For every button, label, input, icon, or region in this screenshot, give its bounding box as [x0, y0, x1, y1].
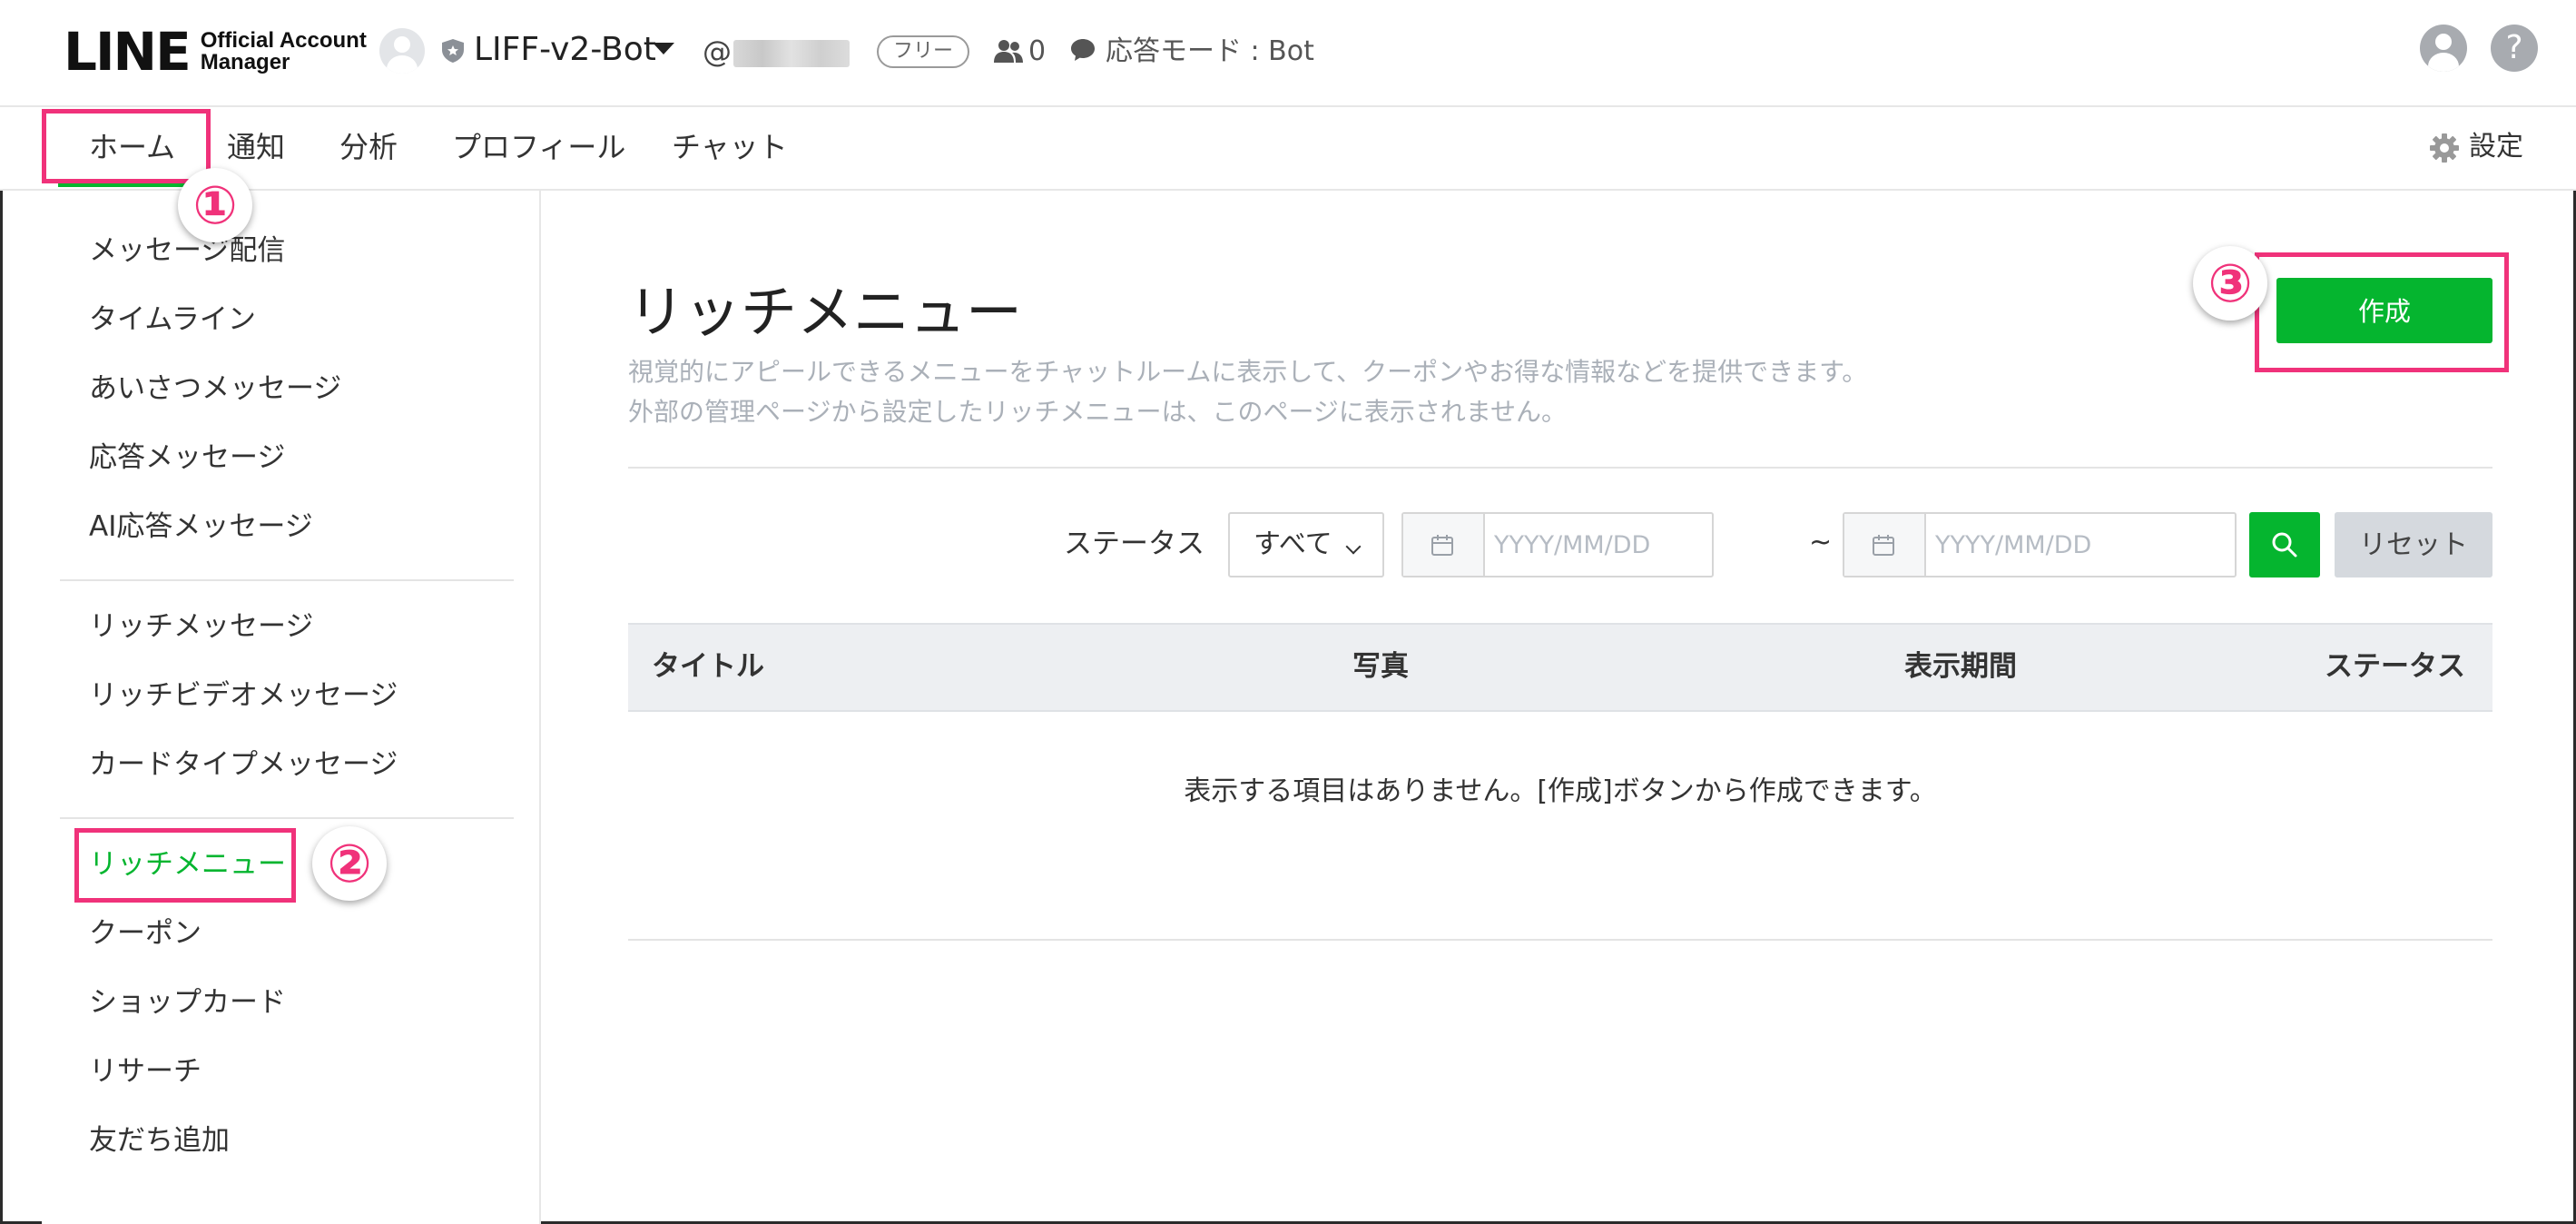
- column-header-status[interactable]: ステータス: [2325, 647, 2465, 686]
- main-nav: ホーム 通知 分析 プロフィール チャット 設定: [0, 107, 2576, 191]
- calendar-icon: [1431, 535, 1453, 556]
- sidebar-item-ai-reply[interactable]: AI応答メッセージ: [89, 507, 313, 547]
- divider: [628, 467, 2492, 469]
- table-header: タイトル 写真 表示期間 ステータス: [628, 623, 2492, 712]
- chevron-down-icon[interactable]: [653, 43, 674, 54]
- date-to-field[interactable]: [1843, 512, 2237, 577]
- chat-bubble-icon: [1071, 39, 1095, 61]
- sidebar-item-rich-message[interactable]: リッチメッセージ: [89, 607, 313, 647]
- sidebar-divider: [60, 579, 514, 581]
- date-from-calendar[interactable]: [1403, 514, 1485, 576]
- tab-profile[interactable]: プロフィール: [452, 125, 625, 169]
- date-to-calendar[interactable]: [1844, 514, 1926, 576]
- date-from-input[interactable]: [1494, 525, 1703, 565]
- column-header-display-period[interactable]: 表示期間: [1904, 647, 2017, 686]
- tab-notifications[interactable]: 通知: [227, 125, 285, 169]
- user-account-icon[interactable]: [2420, 25, 2467, 72]
- top-header: LINE Official Account Manager LIFF-v2-Bo…: [0, 0, 2576, 107]
- sidebar-item-auto-reply[interactable]: 応答メッセージ: [89, 438, 285, 478]
- status-filter-label: ステータス: [1064, 528, 1204, 560]
- status-select-value: すべて: [1254, 528, 1332, 560]
- step-marker-1: ①: [178, 168, 252, 242]
- help-icon[interactable]: ?: [2491, 25, 2538, 72]
- tab-chat[interactable]: チャット: [672, 125, 788, 169]
- sidebar-item-research[interactable]: リサーチ: [89, 1051, 202, 1091]
- settings-link[interactable]: 設定: [2469, 125, 2523, 169]
- highlight-create-button: [2255, 252, 2509, 372]
- column-header-title[interactable]: タイトル: [652, 647, 764, 686]
- logo-subtitle-line2: Manager: [200, 50, 290, 74]
- sidebar-item-shop-card[interactable]: ショップカード: [89, 982, 286, 1022]
- step-marker-2: ②: [312, 826, 387, 901]
- sidebar-item-message-delivery[interactable]: メッセージ配信: [89, 231, 285, 271]
- sidebar-item-coupon[interactable]: クーポン: [89, 913, 202, 953]
- column-header-photo[interactable]: 写真: [1352, 647, 1409, 686]
- friends-count: 0: [1028, 35, 1047, 67]
- reset-button[interactable]: リセット: [2335, 512, 2492, 577]
- sidebar-item-card-message[interactable]: カードタイプメッセージ: [89, 745, 398, 785]
- sidebar-item-timeline[interactable]: タイムライン: [89, 300, 256, 340]
- account-avatar[interactable]: [379, 28, 425, 74]
- highlight-rich-menu: [74, 828, 296, 903]
- search-button[interactable]: [2249, 512, 2320, 577]
- chevron-down-icon: [1345, 538, 1362, 555]
- logo-subtitle-line1: Official Account: [200, 28, 367, 53]
- calendar-icon: [1873, 535, 1894, 556]
- plan-badge: フリー: [877, 35, 970, 68]
- gear-icon[interactable]: [2429, 133, 2460, 163]
- response-mode[interactable]: 応答モード : Bot: [1106, 29, 1314, 74]
- highlight-home-tab: [42, 109, 211, 183]
- step-marker-3: ③: [2193, 246, 2267, 321]
- page-title: リッチメニュー: [628, 279, 1023, 345]
- sidebar-item-add-friends[interactable]: 友だち追加: [89, 1120, 230, 1160]
- divider: [628, 939, 2492, 941]
- left-gutter: [3, 191, 42, 1221]
- page-description-line1: 視覚的にアピールできるメニューをチャットルームに表示して、クーポンやお得な情報な…: [628, 357, 1868, 387]
- search-icon: [2272, 532, 2297, 558]
- page-description-line2: 外部の管理ページから設定したリッチメニューは、このページに表示されません。: [628, 397, 1568, 427]
- line-oa-manager-logo[interactable]: LINE Official Account Manager: [64, 25, 367, 78]
- friends-icon: [994, 40, 1023, 63]
- status-select[interactable]: すべて: [1228, 512, 1384, 577]
- date-to-input[interactable]: [1935, 525, 2144, 565]
- sidebar: メッセージ配信 タイムライン あいさつメッセージ 応答メッセージ AI応答メッセ…: [42, 191, 541, 1224]
- sidebar-divider: [60, 817, 514, 819]
- logo-wordmark: LINE: [64, 21, 192, 83]
- account-id: @: [703, 35, 732, 69]
- account-name[interactable]: LIFF-v2-Bot: [474, 27, 656, 73]
- sidebar-item-greeting-message[interactable]: あいさつメッセージ: [89, 369, 341, 409]
- date-range-separator: ~: [1809, 527, 1833, 558]
- shield-icon: [442, 39, 464, 63]
- account-id-masked: [733, 40, 850, 67]
- tab-analytics[interactable]: 分析: [339, 125, 398, 169]
- empty-table-message: 表示する項目はありません。[作成]ボタンから作成できます。: [1184, 775, 1937, 807]
- sidebar-item-rich-video-message[interactable]: リッチビデオメッセージ: [89, 676, 398, 716]
- date-from-field[interactable]: [1401, 512, 1714, 577]
- logo-subtitle: Official Account Manager: [201, 30, 367, 74]
